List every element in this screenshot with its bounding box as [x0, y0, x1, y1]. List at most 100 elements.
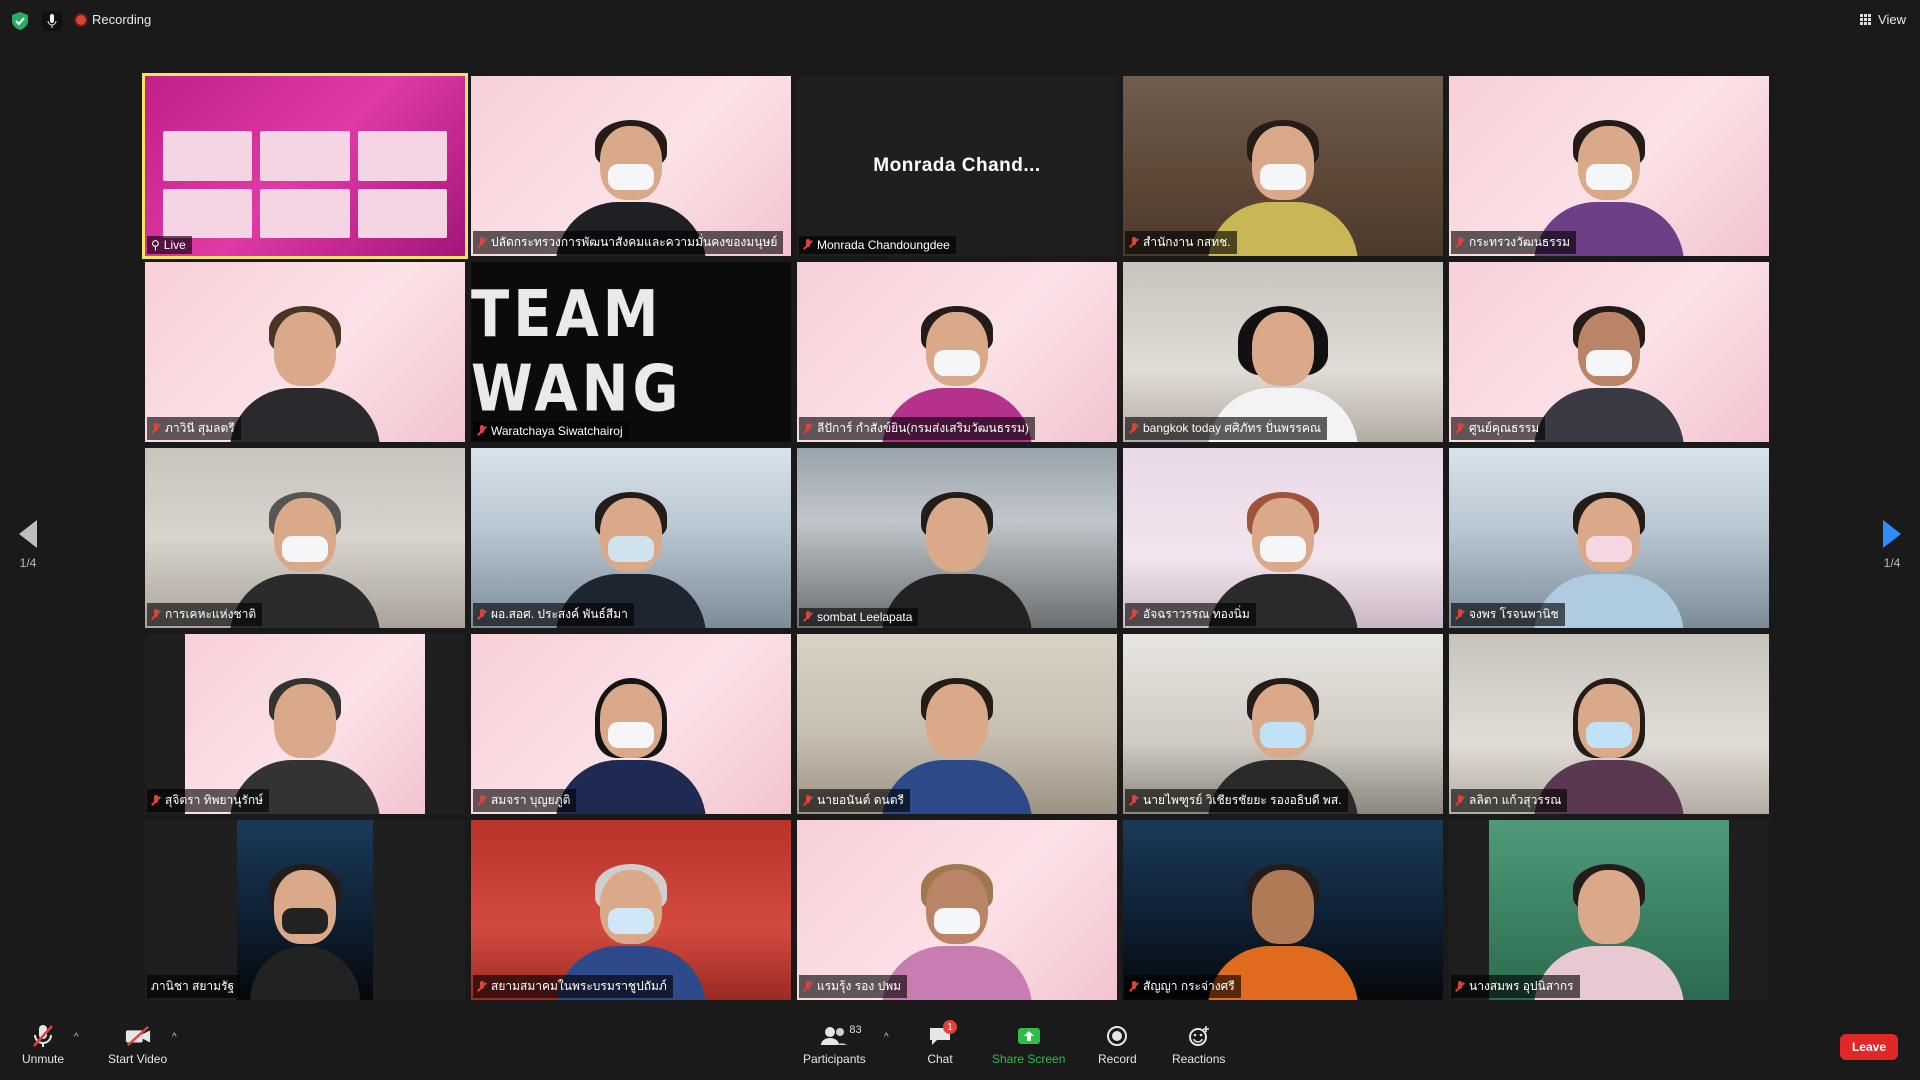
mic-muted-icon — [30, 1024, 56, 1048]
video-tile[interactable]: ลีปัการ์ กำสังข์ยิน(กรมส่งเสริมวัฒนธรรม) — [797, 262, 1117, 442]
video-tile[interactable]: การเคหะแห่งชาติ — [145, 448, 465, 628]
video-tile[interactable]: Monrada Chand... Monrada Chandoungdee — [797, 76, 1117, 256]
video-tile[interactable]: ลลิตา แก้วสุวรรณ — [1449, 634, 1769, 814]
video-tile[interactable]: sombat Leelapata — [797, 448, 1117, 628]
participant-name-tag: ผอ.สอศ. ประสงค์ พันธ์สีมา — [473, 603, 634, 626]
participant-video — [556, 674, 706, 814]
muted-mic-icon — [1455, 608, 1465, 621]
muted-mic-icon — [1129, 980, 1139, 993]
muted-mic-icon — [477, 794, 487, 807]
recording-dot-icon — [76, 14, 86, 25]
audio-options-caret-icon[interactable]: ^ — [74, 1032, 79, 1043]
previous-page-button[interactable]: 1/4 — [8, 520, 48, 570]
muted-mic-icon — [477, 425, 487, 437]
record-label: Record — [1098, 1052, 1137, 1066]
chat-icon: 1 — [927, 1020, 957, 1048]
view-button[interactable]: View — [1860, 12, 1906, 27]
participant-name-tag: สยามสมาคมในพระบรมราชูปถัมภ์ — [473, 975, 673, 998]
arrow-left-icon — [19, 520, 37, 548]
view-label: View — [1878, 12, 1906, 27]
muted-mic-icon — [1129, 422, 1139, 435]
video-gallery: ⚲ Live ปลัดกระทรวงการพัฒนาสังคมและความมั… — [142, 73, 1775, 1004]
video-tile-live[interactable]: ⚲ Live — [142, 73, 468, 259]
video-off-icon — [125, 1024, 151, 1048]
chat-button[interactable]: 1 Chat — [927, 1020, 957, 1066]
reactions-smiley-icon — [1186, 1024, 1212, 1048]
security-shield-icon[interactable] — [12, 12, 28, 30]
video-tile[interactable]: bangkok today ศศิภัทร ปั่นพรรคณ — [1123, 262, 1443, 442]
share-screen-label: Share Screen — [992, 1052, 1066, 1066]
muted-mic-icon — [151, 422, 161, 435]
reactions-button[interactable]: Reactions — [1172, 1024, 1225, 1066]
video-tile[interactable]: แรมรุ้ง รอง ปพม — [797, 820, 1117, 1000]
muted-mic-icon — [803, 611, 813, 623]
video-tile[interactable]: สัญญา กระจ่างศรี — [1123, 820, 1443, 1000]
participant-name-tag: สำนักงาน กสทช. — [1125, 231, 1237, 254]
muted-mic-icon — [1129, 794, 1139, 807]
meeting-top-bar: Recording View — [0, 0, 1920, 40]
muted-mic-icon — [1129, 608, 1139, 621]
participant-name-tag: สัญญา กระจ่างศรี — [1125, 975, 1241, 998]
record-icon — [1104, 1024, 1130, 1048]
video-tile[interactable]: สมจรา บุญยภูติ — [471, 634, 791, 814]
video-tile[interactable]: สำนักงาน กสทช. — [1123, 76, 1443, 256]
record-button[interactable]: Record — [1098, 1024, 1137, 1066]
share-screen-button[interactable]: Share Screen — [992, 1024, 1065, 1066]
participant-name-tag: อัจฉราวรรณ ทองนิ่ม — [1125, 603, 1256, 626]
page-indicator-left: 1/4 — [19, 556, 37, 570]
participants-icon: 83 — [821, 1024, 862, 1048]
participants-label: Participants — [803, 1052, 866, 1066]
participant-video — [230, 302, 380, 442]
video-tile[interactable]: สยามสมาคมในพระบรมราชูปถัมภ์ — [471, 820, 791, 1000]
video-tile[interactable]: อัจฉราวรรณ ทองนิ่ม — [1123, 448, 1443, 628]
participant-name-tag: แรมรุ้ง รอง ปพม — [799, 975, 908, 998]
video-tile[interactable]: นางสมพร อุปนิสากร — [1449, 820, 1769, 1000]
reactions-label: Reactions — [1172, 1052, 1226, 1066]
muted-mic-icon — [477, 608, 487, 621]
gallery-grid-icon — [1860, 13, 1872, 26]
participant-name-tag: จงพร โรจนพานิช — [1451, 603, 1565, 626]
leave-button[interactable]: Leave — [1839, 1034, 1898, 1060]
muted-mic-icon — [477, 980, 487, 993]
muted-mic-icon — [803, 239, 813, 251]
meeting-controls-toolbar: Unmute ^ Start Video ^ 83 Participants ^… — [0, 1018, 1920, 1080]
recording-indicator[interactable]: Recording — [76, 12, 151, 27]
unmute-button[interactable]: Unmute — [22, 1024, 64, 1066]
participant-name-tag: ⚲ Live — [147, 236, 192, 254]
video-tile[interactable]: ผอ.สอศ. ประสงค์ พันธ์สีมา — [471, 448, 791, 628]
participants-options-caret-icon[interactable]: ^ — [884, 1032, 889, 1043]
pin-icon: ⚲ — [151, 238, 160, 252]
video-tile[interactable]: ภานิชา สยามรัฐ — [145, 820, 465, 1000]
unmute-label: Unmute — [22, 1052, 65, 1066]
participant-name-tag: สุจิตรา ทิพยานุรักษ์ — [147, 789, 270, 812]
arrow-right-icon — [1883, 520, 1901, 548]
participant-name-tag: ลลิตา แก้วสุวรรณ — [1451, 789, 1568, 812]
video-tile[interactable]: ภาวินี สุมลตรี — [145, 262, 465, 442]
participant-display-name: Monrada Chand... — [873, 155, 1041, 176]
participant-name-tag: ภานิชา สยามรัฐ — [147, 975, 241, 998]
participants-button[interactable]: 83 Participants — [803, 1024, 866, 1066]
muted-mic-icon — [1455, 980, 1465, 993]
shared-live-screen — [145, 76, 465, 256]
video-tile[interactable]: ปลัดกระทรวงการพัฒนาสังคมและความมั่นคงของ… — [471, 76, 791, 256]
video-tile[interactable]: กระทรวงวัฒนธรรม — [1449, 76, 1769, 256]
video-options-caret-icon[interactable]: ^ — [172, 1032, 177, 1043]
video-tile[interactable]: นายไพฑูรย์ วิเชียรชัยยะ รองอธิบดี พส. — [1123, 634, 1443, 814]
recording-label: Recording — [92, 12, 152, 27]
video-tile[interactable]: ศูนย์คุณธรรม — [1449, 262, 1769, 442]
participant-name-tag: การเคหะแห่งชาติ — [147, 603, 263, 626]
muted-mic-icon — [477, 236, 487, 249]
video-tile[interactable]: จงพร โรจนพานิช — [1449, 448, 1769, 628]
participant-video — [882, 488, 1032, 628]
video-tile[interactable]: นายอนันต์ ดนตรี — [797, 634, 1117, 814]
start-video-button[interactable]: Start Video — [108, 1024, 167, 1066]
participant-name-tag: กระทรวงวัฒนธรรม — [1451, 231, 1577, 254]
muted-mic-icon — [1129, 236, 1139, 249]
audio-status-icon[interactable] — [42, 11, 62, 31]
participant-name-tag: นายไพฑูรย์ วิเชียรชัยยะ รองอธิบดี พส. — [1125, 789, 1348, 812]
video-tile[interactable]: TEAM WANG Waratchaya Siwatchairoj — [471, 262, 791, 442]
next-page-button[interactable]: 1/4 — [1872, 520, 1912, 570]
video-tile[interactable]: สุจิตรา ทิพยานุรักษ์ — [145, 634, 465, 814]
share-screen-icon — [1016, 1024, 1042, 1048]
participants-count: 83 — [849, 1024, 862, 1036]
